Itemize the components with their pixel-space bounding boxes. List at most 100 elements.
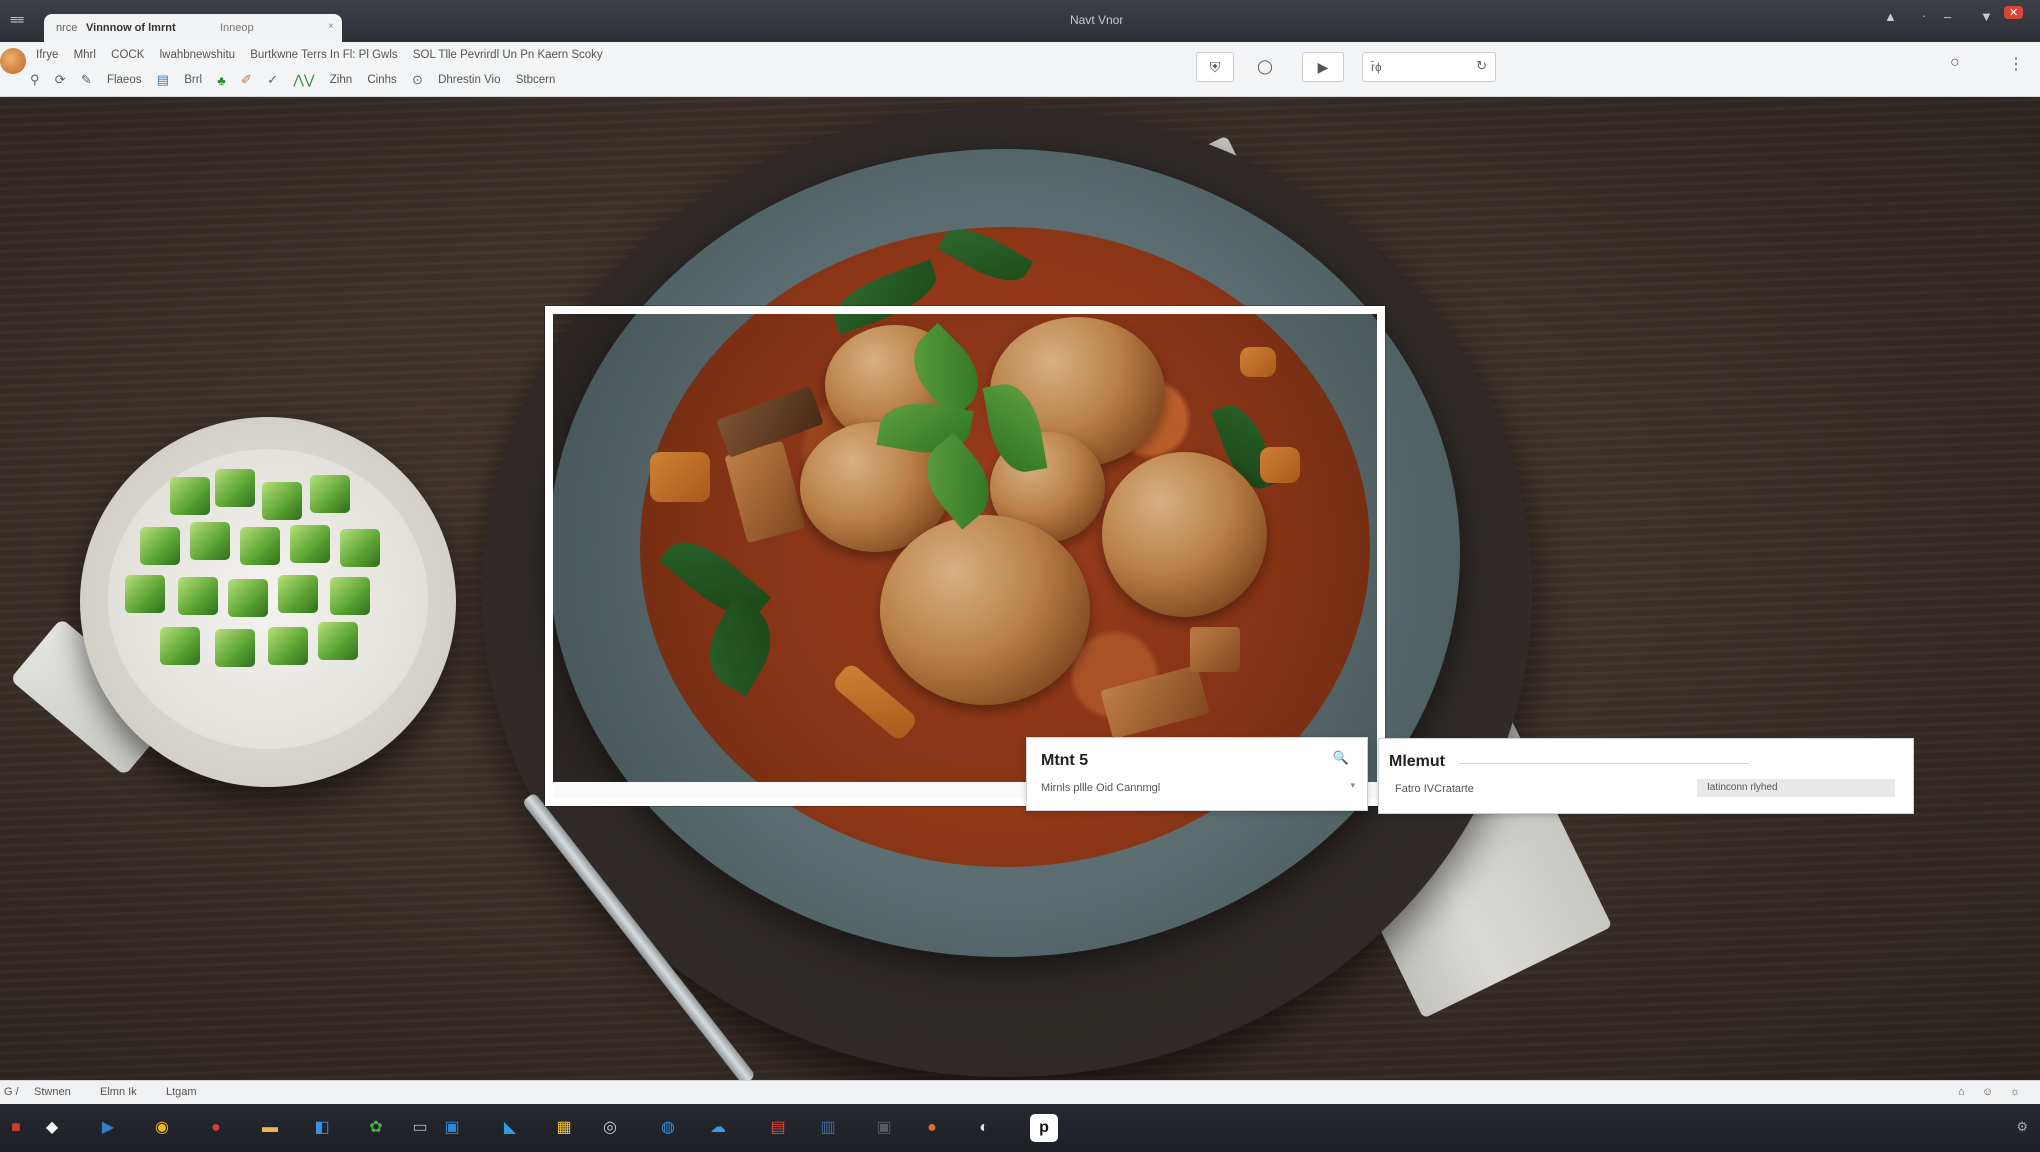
- app-palette-icon[interactable]: ✿: [362, 1114, 390, 1142]
- cucumber-cube: [262, 482, 302, 520]
- status-bar: G / Stwnen Elmn Ik Ltgam ⌂ ☺ ☼: [0, 1080, 2040, 1105]
- close-window-icon[interactable]: ✕: [2004, 6, 2024, 19]
- play-button[interactable]: ▶: [1302, 52, 1344, 82]
- menu-item[interactable]: SOL Tlle Pevrirdl Un Pn Kaern Scoky: [413, 49, 603, 61]
- menu-item[interactable]: COCK: [111, 49, 144, 61]
- search-circle-button[interactable]: ◯: [1248, 52, 1282, 80]
- taskbar: ■ ◆ ▶ ◉ ● ▬ ◧ ✿ ▭ ▣ ◣ ▦ ◎ ◍ ☁ ▤ ▥ ▣ ● ◐ p: [0, 1104, 2040, 1152]
- toolbar: Ifrye Mhrl COCK lwahbnewshitu Burtkwne T…: [0, 42, 2040, 97]
- cucumber-cube: [215, 469, 255, 507]
- app-moon-icon[interactable]: ◐: [970, 1114, 998, 1142]
- app-folder-icon[interactable]: ▬: [256, 1114, 284, 1142]
- title-bar: ≡≡ nrce Vinnnow of lmrnt Inneop × Navt V…: [0, 0, 2040, 42]
- tool-label[interactable]: Brrl: [184, 74, 202, 86]
- tab-prefix: nrce: [56, 22, 78, 34]
- menu-popup-left[interactable]: Mtnt 5 🔍 Mirnls pllle Oid Cannmgl ▾: [1026, 737, 1368, 811]
- browser-tab[interactable]: nrce Vinnnow of lmrnt Inneop ×: [44, 14, 342, 42]
- smile-icon[interactable]: ☺: [1982, 1086, 1993, 1098]
- tray-gear-icon[interactable]: ⚙: [2016, 1119, 2028, 1135]
- app-globe-icon[interactable]: ◍: [654, 1114, 682, 1142]
- cucumber-cube: [240, 527, 280, 565]
- mic-icon[interactable]: ⚲: [30, 72, 40, 88]
- status-field[interactable]: Iatinconn rlyhed: [1697, 779, 1895, 797]
- cucumber-cube: [228, 579, 268, 617]
- status-item[interactable]: Ltgam: [166, 1086, 197, 1098]
- marker-icon[interactable]: ✐: [241, 72, 252, 88]
- app-logo-icon[interactable]: [0, 48, 26, 74]
- app-window-icon[interactable]: ▭: [406, 1114, 434, 1142]
- app-p-icon[interactable]: p: [1030, 1114, 1058, 1142]
- toolbar-tools-row: ⚲ ⟳ ✎ Flaeos ▤ Brrl ♣ ✐ ✓ ⋀⋁ Zihn Cinhs …: [30, 72, 567, 90]
- toolbar-menu-row: Ifrye Mhrl COCK lwahbnewshitu Burtkwne T…: [36, 49, 615, 65]
- app-record-icon[interactable]: ●: [202, 1114, 230, 1142]
- app-headset-icon[interactable]: ◎: [596, 1114, 624, 1142]
- kebab-menu-icon[interactable]: ⋮: [2008, 54, 2024, 74]
- app-chrome-icon[interactable]: ◉: [148, 1114, 176, 1142]
- cucumber-cube: [140, 527, 180, 565]
- menu-item[interactable]: Mhrl: [74, 49, 96, 61]
- bell-icon[interactable]: ▲: [1884, 9, 1897, 24]
- reload-icon[interactable]: ↻: [1476, 58, 1487, 74]
- tool-label[interactable]: Zihn: [330, 74, 352, 86]
- app-vscode-icon[interactable]: ◣: [496, 1114, 524, 1142]
- minimize-icon[interactable]: –: [1944, 9, 1951, 24]
- status-item[interactable]: G /: [4, 1086, 19, 1098]
- app-doc-icon[interactable]: ▤: [764, 1114, 792, 1142]
- tool-label[interactable]: Stbcern: [516, 74, 556, 86]
- cucumber-cube: [340, 529, 380, 567]
- window-title: Navt Vnor: [1070, 13, 1124, 27]
- doc-icon[interactable]: ▤: [157, 72, 169, 88]
- cucumber-cube: [268, 627, 308, 665]
- status-item[interactable]: Stwnen: [34, 1086, 71, 1098]
- search-icon[interactable]: 🔍: [1333, 750, 1349, 766]
- pen-icon[interactable]: ✎: [81, 72, 92, 88]
- popup-right-subtitle: Fatro IVCratarte: [1395, 783, 1474, 795]
- popup-left-subtitle: Mirnls pllle Oid Cannmgl: [1041, 782, 1161, 794]
- refresh-icon[interactable]: ⟳: [55, 72, 66, 88]
- cucumber-cube: [215, 629, 255, 667]
- app-calendar-icon[interactable]: ▦: [550, 1114, 578, 1142]
- cucumber-cube: [310, 475, 350, 513]
- app-fruit-icon[interactable]: ●: [918, 1114, 946, 1142]
- settings-icon[interactable]: ☼: [2010, 1086, 2020, 1098]
- dot-icon[interactable]: ᐧ: [1922, 9, 1925, 25]
- window-menu-icon[interactable]: ≡≡: [10, 12, 24, 27]
- dropdown-icon[interactable]: ▼: [1980, 9, 1993, 24]
- menu-popup-right[interactable]: Mlemut Fatro IVCratarte Iatinconn rlyhed: [1378, 738, 1914, 814]
- status-item[interactable]: Elmn Ik: [100, 1086, 137, 1098]
- tab-close-icon[interactable]: ×: [328, 21, 334, 32]
- cucumber-cube: [178, 577, 218, 615]
- photo-canvas: Mtnt 5 🔍 Mirnls pllle Oid Cannmgl ▾: [0, 97, 2040, 1080]
- image-frame[interactable]: [545, 306, 1385, 806]
- search-label: r̄ɸ: [1371, 60, 1382, 74]
- app-store-icon[interactable]: ▥: [814, 1114, 842, 1142]
- cucumber-cube: [318, 622, 358, 660]
- app-browser-icon[interactable]: ◧: [308, 1114, 336, 1142]
- tool-label[interactable]: Dhrestin Vio: [438, 74, 500, 86]
- chart-icon[interactable]: ⋀⋁: [293, 72, 314, 88]
- shield-button[interactable]: ⛨: [1196, 52, 1234, 82]
- tool-label[interactable]: Cinhs: [367, 74, 396, 86]
- circle-icon[interactable]: ○: [1950, 54, 1960, 72]
- tab-title: Vinnnow of lmrnt: [86, 22, 176, 34]
- app-blue-play-icon[interactable]: ▶: [94, 1114, 122, 1142]
- app-fox-icon[interactable]: ◆: [38, 1114, 66, 1142]
- leaf-icon[interactable]: ♣: [217, 73, 226, 88]
- tab-extra: Inneop: [220, 22, 254, 34]
- cucumber-cube: [290, 525, 330, 563]
- menu-item[interactable]: Burtkwne Terrs In Fl: Pl Gwls: [250, 49, 397, 61]
- cucumber-cube: [170, 477, 210, 515]
- app-terminal-icon[interactable]: ▣: [870, 1114, 898, 1142]
- menu-item[interactable]: lwahbnewshitu: [160, 49, 235, 61]
- app-red-icon[interactable]: ■: [2, 1114, 30, 1142]
- address-search-field[interactable]: r̄ɸ ↻: [1362, 52, 1496, 82]
- link-icon[interactable]: ⊙: [412, 72, 423, 88]
- chevron-down-icon[interactable]: ▾: [1350, 780, 1355, 791]
- home-icon[interactable]: ⌂: [1958, 1086, 1965, 1098]
- menu-item[interactable]: Ifrye: [36, 49, 58, 61]
- check-icon[interactable]: ✓: [267, 72, 278, 88]
- app-cloud-icon[interactable]: ☁: [704, 1114, 732, 1142]
- tool-label[interactable]: Flaeos: [107, 74, 142, 86]
- app-blue-window-icon[interactable]: ▣: [438, 1114, 466, 1142]
- cucumber-cube: [160, 627, 200, 665]
